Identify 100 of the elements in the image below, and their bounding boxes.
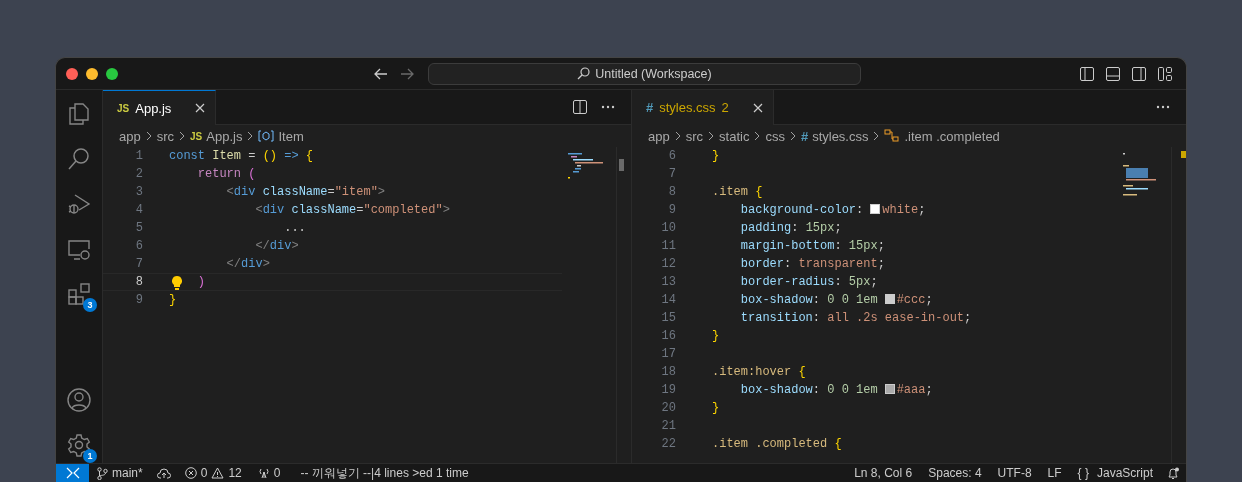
line-number: 2 — [134, 166, 143, 183]
code-text: .item:hover — [712, 365, 792, 379]
breadcrumb-item[interactable]: src — [685, 128, 704, 144]
line-number: 10 — [660, 220, 676, 237]
line-ending-status[interactable]: LF — [1039, 466, 1070, 480]
editor-tab[interactable]: JS App.js — [103, 90, 217, 125]
code-text: = — [248, 149, 257, 163]
code-text: border-radius — [740, 275, 835, 289]
code-text: ; — [925, 383, 933, 397]
lightbulb-icon[interactable] — [172, 276, 182, 290]
account-icon[interactable] — [67, 388, 91, 412]
notification-bell-icon[interactable] — [1167, 466, 1180, 480]
remote-explorer-icon[interactable] — [67, 237, 91, 261]
antenna-icon — [257, 467, 270, 479]
line-number: 4 — [134, 202, 143, 219]
line-number: 8 — [667, 184, 676, 201]
language-mode[interactable]: { } JavaScript — [1069, 466, 1161, 480]
code-text: "item" — [334, 185, 378, 199]
breadcrumb-item[interactable]: # styles.css — [800, 128, 869, 144]
more-actions-icon[interactable] — [1156, 105, 1170, 109]
code-text: } — [712, 401, 720, 415]
code-text: = — [356, 203, 364, 217]
run-debug-icon[interactable] — [67, 192, 91, 216]
line-number: 22 — [660, 436, 676, 453]
extensions-icon[interactable] — [67, 282, 91, 306]
color-swatch[interactable] — [884, 294, 895, 304]
code-text: className — [262, 185, 328, 199]
back-icon[interactable] — [374, 67, 388, 80]
forward-icon[interactable] — [400, 67, 414, 80]
chevron-icon — [674, 131, 681, 141]
breadcrumb-item[interactable]: src — [156, 128, 175, 144]
code-text: : — [812, 293, 821, 307]
code-text: { — [798, 365, 806, 379]
zoom-window-button[interactable] — [106, 67, 118, 80]
code-text: </ — [255, 239, 270, 253]
code-text: 0 0 1em — [827, 293, 878, 307]
more-actions-icon[interactable] — [601, 105, 615, 109]
breadcrumb-item[interactable]: JS App.js — [190, 128, 243, 144]
settings-icon[interactable] — [67, 433, 91, 457]
sync-icon[interactable] — [156, 467, 171, 479]
panel-toggle-icon[interactable] — [1106, 66, 1120, 81]
notification-badge: 1 — [83, 449, 97, 463]
code-text: const — [169, 149, 205, 163]
code-text: .item .completed — [712, 437, 828, 451]
remote-button[interactable] — [56, 464, 89, 482]
breadcrumb-item[interactable]: app — [648, 128, 670, 144]
problems-status[interactable]: 0 12 — [176, 466, 250, 480]
code-text: div — [233, 185, 256, 199]
files-icon[interactable] — [67, 102, 91, 126]
code-text: = — [327, 185, 335, 199]
breadcrumb-item[interactable]: .item .completed — [884, 128, 1000, 144]
code-text: </ — [226, 257, 241, 271]
line-number: 6 — [134, 238, 143, 255]
sidebar-toggle-icon[interactable] — [1080, 66, 1094, 81]
notification-badge: 3 — [83, 298, 97, 312]
chevron-icon — [708, 131, 715, 141]
ports-status[interactable]: 0 — [249, 466, 289, 480]
breadcrumb-item[interactable]: static — [719, 128, 750, 144]
indentation-status[interactable]: Spaces: 4 — [920, 466, 990, 480]
secondary-sidebar-toggle-icon[interactable] — [1132, 66, 1146, 81]
scrollbar-thumb[interactable] — [619, 159, 624, 171]
code-text: ; — [918, 203, 926, 217]
layout-icon[interactable] — [1158, 66, 1172, 81]
cursor-position[interactable]: Ln 8, Col 6 — [846, 466, 921, 480]
close-window-button[interactable] — [66, 67, 78, 80]
close-icon[interactable] — [752, 102, 763, 113]
code-text: > — [377, 185, 386, 199]
search-icon — [577, 67, 591, 80]
line-number: 9 — [667, 202, 676, 219]
encoding-status[interactable]: UTF-8 — [989, 466, 1040, 480]
line-number: 18 — [660, 364, 676, 381]
color-swatch[interactable] — [870, 204, 881, 214]
code-text: ... — [284, 221, 306, 235]
chevron-icon — [873, 131, 880, 141]
code-text: : — [834, 239, 842, 253]
close-icon[interactable] — [195, 103, 206, 113]
breadcrumb-item[interactable]: css — [765, 128, 785, 144]
code-text: ) — [197, 275, 205, 289]
code-text: > — [291, 239, 299, 253]
editor-tab[interactable]: # styles.css 2 — [632, 90, 774, 125]
code-text: className — [291, 203, 357, 217]
code-text: 15px — [848, 239, 878, 253]
line-number: 19 — [660, 382, 676, 399]
code-text: : — [812, 311, 821, 325]
line-number: 11 — [660, 238, 676, 255]
breadcrumb-item[interactable]: Item — [258, 128, 304, 144]
color-swatch[interactable] — [884, 384, 895, 394]
search-icon[interactable] — [67, 147, 91, 171]
code-text: box-shadow — [740, 293, 813, 307]
branch-status[interactable]: main* — [89, 466, 151, 480]
code-text: Item — [212, 149, 242, 163]
minimize-window-button[interactable] — [86, 67, 98, 80]
code-text: border — [740, 257, 785, 271]
code-text: { — [305, 149, 314, 163]
code-text: ; — [964, 311, 972, 325]
breadcrumb-item[interactable]: app — [119, 128, 141, 144]
split-editor-icon[interactable] — [573, 100, 587, 114]
branch-icon — [97, 466, 108, 480]
code-text: { — [755, 185, 763, 199]
command-center-search[interactable]: Untitled (Workspace) — [428, 62, 861, 85]
